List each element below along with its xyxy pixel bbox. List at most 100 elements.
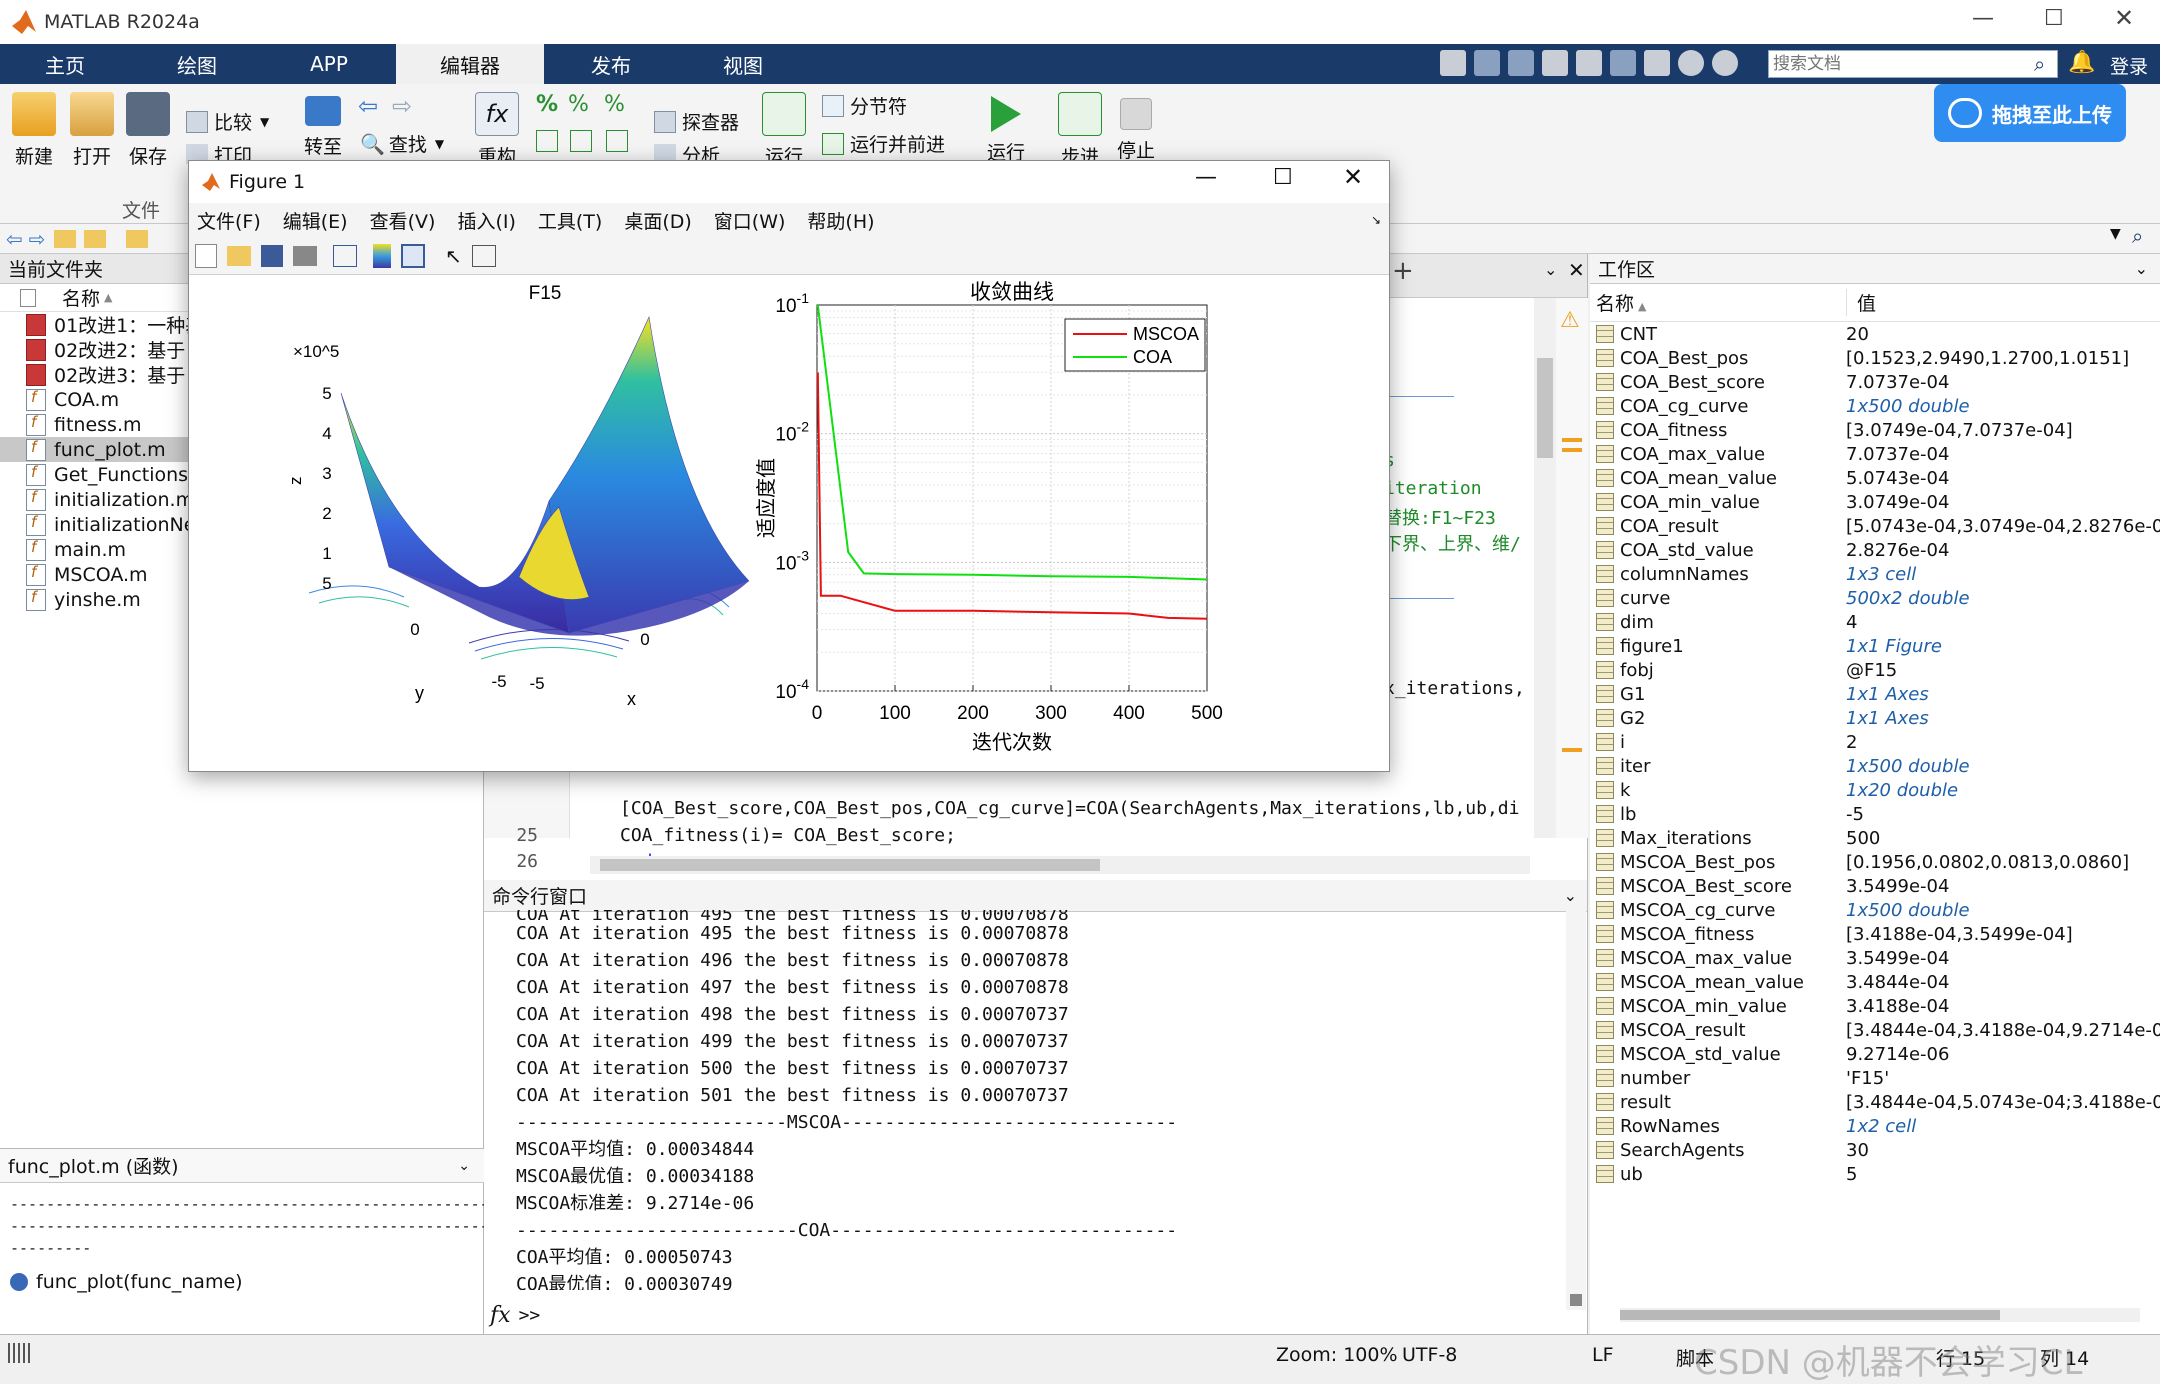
explorer-button[interactable]: 探查器	[654, 108, 739, 135]
fig-link-icon[interactable]	[333, 244, 357, 267]
comment-icon[interactable]: %	[536, 92, 558, 117]
eol-status[interactable]: LF	[1592, 1344, 1614, 1366]
save-button[interactable]: 保存	[124, 92, 172, 169]
workspace-variable[interactable]: number 'F15'	[1590, 1066, 2160, 1090]
minimize-button[interactable]: —	[1972, 6, 1994, 31]
hscroll-thumb[interactable]	[600, 859, 1100, 871]
maximize-button[interactable]: ☐	[2044, 6, 2064, 31]
workspace-variable[interactable]: dim 4	[1590, 610, 2160, 634]
fig-pointer-icon[interactable]: ↖	[445, 244, 462, 268]
workspace-variable[interactable]: COA_mean_value 5.0743e-04	[1590, 466, 2160, 490]
warning-marker-3[interactable]	[1562, 748, 1582, 752]
workspace-variable[interactable]: columnNames 1x3 cell	[1590, 562, 2160, 586]
workspace-variable[interactable]: i2	[1590, 730, 2160, 754]
menu-insert[interactable]: 插入(I)	[457, 207, 515, 234]
new-button[interactable]: 新建	[10, 92, 58, 169]
up-folder-icon[interactable]	[53, 229, 76, 248]
workspace-variable[interactable]: fobj @F15	[1590, 658, 2160, 682]
open-button[interactable]: 打开	[68, 92, 116, 169]
path-dropdown-icon[interactable]: ▼	[2110, 226, 2121, 242]
tab-view[interactable]: 视图	[678, 44, 808, 84]
editor-collapse-icon[interactable]: ⌄	[1544, 260, 1557, 279]
workspace-variable[interactable]: SearchAgents 30	[1590, 1138, 2160, 1162]
workspace-variable[interactable]: RowNames 1x2 cell	[1590, 1114, 2160, 1138]
figure-minimize-button[interactable]: —	[1195, 165, 1217, 190]
vscroll-thumb[interactable]	[1537, 358, 1553, 458]
fig-print-icon[interactable]	[293, 245, 317, 266]
menu-help[interactable]: 帮助(H)	[807, 207, 874, 234]
nav-back-icon[interactable]: ⇦	[6, 227, 23, 251]
figure-maximize-button[interactable]: ☐	[1273, 165, 1293, 190]
cmd-scrollbar[interactable]	[1566, 910, 1586, 1310]
ws-hscroll-thumb[interactable]	[1620, 1310, 2000, 1320]
upload-button[interactable]: 拖拽至此上传	[1934, 84, 2126, 142]
back-arrow-icon[interactable]: ⇦	[358, 92, 378, 120]
login-link[interactable]: 登录	[2110, 52, 2148, 79]
workspace-variable[interactable]: k 1x20 double	[1590, 778, 2160, 802]
increase-indent-icon[interactable]	[570, 130, 592, 152]
switch-windows-icon[interactable]	[1644, 50, 1670, 76]
section-break-button[interactable]: 分节符	[822, 92, 907, 119]
search-icon[interactable]: ⌕	[2034, 52, 2045, 76]
convergence-chart[interactable]: 0 100 200 300 400 500 10-1 10-2 10-3 10-4 收敛曲线迭代次数…	[749, 277, 1389, 771]
workspace-variable[interactable]: MSCOA_cg_curve 1x500 double	[1590, 898, 2160, 922]
workspace-variable[interactable]: G2 1x1 Axes	[1590, 706, 2160, 730]
run-section-button[interactable]: 运行节	[758, 92, 810, 166]
workspace-variable[interactable]: MSCOA_result [3.4844e-04,3.4188e-04,9.271…	[1590, 1018, 2160, 1042]
command-output[interactable]: COA At iteration 495 the best fitness is…	[516, 910, 1566, 1290]
find-button[interactable]: 🔍 查找 ▼	[360, 130, 444, 157]
compare-button[interactable]: 比较 ▼	[186, 108, 269, 135]
tab-plots[interactable]: 绘图	[130, 44, 264, 84]
workspace-variable[interactable]: COA_Best_score 7.0737e-04	[1590, 370, 2160, 394]
path-search-icon[interactable]: ⌕	[2132, 224, 2143, 248]
step-button[interactable]: 步进	[1054, 92, 1106, 169]
workspace-variable[interactable]: MSCOA_Best_score 3.5499e-04	[1590, 874, 2160, 898]
workspace-variable[interactable]: COA_std_value 2.8276e-04	[1590, 538, 2160, 562]
refactor-button[interactable]: fx 重构	[472, 92, 522, 169]
tab-home[interactable]: 主页	[0, 44, 130, 84]
uncomment-icon[interactable]: %	[568, 92, 589, 117]
fig-property-editor-icon[interactable]	[471, 244, 496, 267]
workspace-variable[interactable]: COA_max_value 7.0737e-04	[1590, 442, 2160, 466]
fig-colorbar-icon[interactable]	[373, 243, 391, 268]
menu-view[interactable]: 查看(V)	[370, 207, 436, 234]
ws-value-column[interactable]: 值	[1846, 289, 1876, 316]
redo-icon[interactable]	[1610, 50, 1636, 76]
workspace-variable[interactable]: COA_result [5.0743e-04,3.0749e-04,2.8276e…	[1590, 514, 2160, 538]
browse-folder-icon[interactable]	[83, 229, 106, 248]
fig-save-icon[interactable]	[261, 244, 283, 267]
command-prompt[interactable]: fx >>	[490, 1300, 1570, 1330]
workspace-variable[interactable]: MSCOA_Best_pos [0.1956,0.0802,0.0813,0.08…	[1590, 850, 2160, 874]
warning-icon[interactable]: ⚠	[1560, 308, 1580, 333]
run-and-advance-button[interactable]: 运行并前进	[822, 130, 945, 157]
menu-expand-icon[interactable]: ↘	[1371, 213, 1381, 227]
fx-prompt-icon[interactable]: fx	[490, 1303, 511, 1328]
indent-icon[interactable]	[536, 130, 558, 152]
decrease-indent-icon[interactable]	[606, 130, 628, 152]
workspace-variable[interactable]: G1 1x1 Axes	[1590, 682, 2160, 706]
tab-editor[interactable]: 编辑器	[396, 44, 544, 84]
notification-bell-icon[interactable]: 🔔	[2068, 50, 2095, 75]
workspace-variable[interactable]: Max_iterations 500	[1590, 826, 2160, 850]
workspace-variable[interactable]: COA_min_value 3.0749e-04	[1590, 490, 2160, 514]
editor-vscrollbar[interactable]	[1534, 298, 1556, 838]
warning-marker-1[interactable]	[1562, 438, 1582, 442]
workspace-variable[interactable]: MSCOA_max_value 3.5499e-04	[1590, 946, 2160, 970]
details-collapse-icon[interactable]: ⌄	[458, 1158, 470, 1174]
fig-open-icon[interactable]	[227, 245, 251, 266]
workspace-variable[interactable]: MSCOA_min_value 3.4188e-04	[1590, 994, 2160, 1018]
nav-forward-icon[interactable]: ⇨	[29, 227, 46, 251]
menu-tools[interactable]: 工具(T)	[538, 207, 602, 234]
encoding-status[interactable]: UTF-8	[1402, 1344, 1457, 1366]
wrap-comments-icon[interactable]: %	[604, 92, 625, 117]
editor-hscrollbar[interactable]	[590, 856, 1530, 874]
workspace-variable[interactable]: lb -5	[1590, 802, 2160, 826]
workspace-variable[interactable]: ub 5	[1590, 1162, 2160, 1186]
goto-button[interactable]: 转至	[298, 96, 348, 159]
help-icon[interactable]	[1678, 50, 1704, 76]
workspace-variable[interactable]: COA_fitness [3.0749e-04,7.0737e-04]	[1590, 418, 2160, 442]
workspace-hscrollbar[interactable]	[1620, 1308, 2140, 1322]
workspace-variable[interactable]: CNT 20	[1590, 322, 2160, 346]
workspace-variable[interactable]: MSCOA_fitness [3.4188e-04,3.5499e-04]	[1590, 922, 2160, 946]
add-tab-button[interactable]: +	[1392, 256, 1414, 286]
